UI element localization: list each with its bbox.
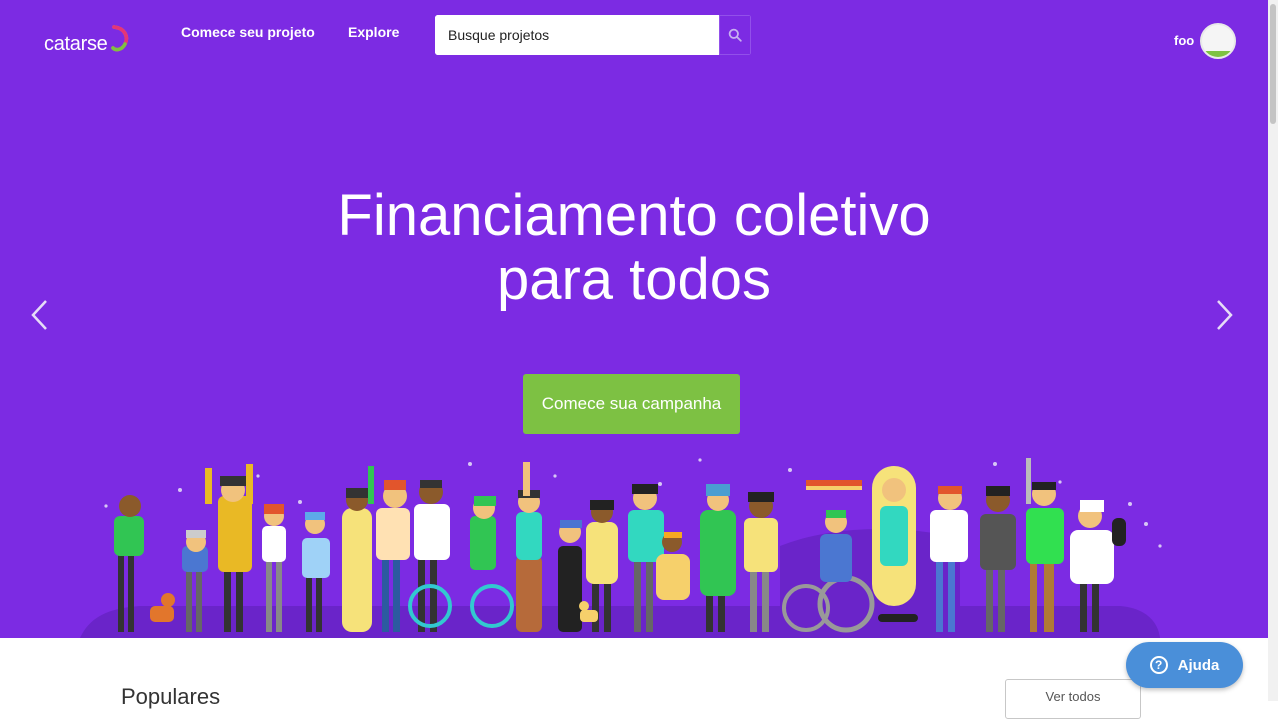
nav-explore[interactable]: Explore: [348, 24, 399, 40]
question-icon: ?: [1149, 656, 1168, 674]
start-campaign-button[interactable]: Comece sua campanha: [523, 374, 740, 434]
section-title: Populares: [121, 684, 221, 709]
logo-mark-icon: [110, 25, 128, 52]
catarse-logo[interactable]: catarse: [44, 24, 132, 56]
search-button[interactable]: [719, 15, 751, 55]
search-bar: [435, 15, 751, 55]
user-name[interactable]: foo: [1174, 33, 1194, 48]
carousel-prev-arrow-icon[interactable]: [28, 298, 52, 332]
hero-title-line-2: para todos: [496, 247, 772, 312]
logo-text: catarse: [44, 33, 108, 55]
help-button[interactable]: ? Ajuda: [1126, 642, 1243, 688]
user-avatar[interactable]: [1200, 23, 1236, 59]
see-all-button[interactable]: Ver todos: [1005, 679, 1141, 719]
search-icon: [728, 28, 742, 42]
help-label: Ajuda: [1177, 656, 1220, 674]
crowd-illustration: [80, 458, 1162, 638]
page-scrollbar[interactable]: [1268, 0, 1278, 701]
hero-banner: catarse Comece seu projeto Explore foo F…: [0, 0, 1268, 638]
scrollbar-thumb[interactable]: [1270, 4, 1276, 124]
hero-title-line-1: Financiamento coletivo: [337, 183, 931, 248]
carousel-next-arrow-icon[interactable]: [1212, 298, 1236, 332]
nav-start-project[interactable]: Comece seu projeto: [181, 24, 315, 40]
search-input[interactable]: [435, 15, 719, 55]
